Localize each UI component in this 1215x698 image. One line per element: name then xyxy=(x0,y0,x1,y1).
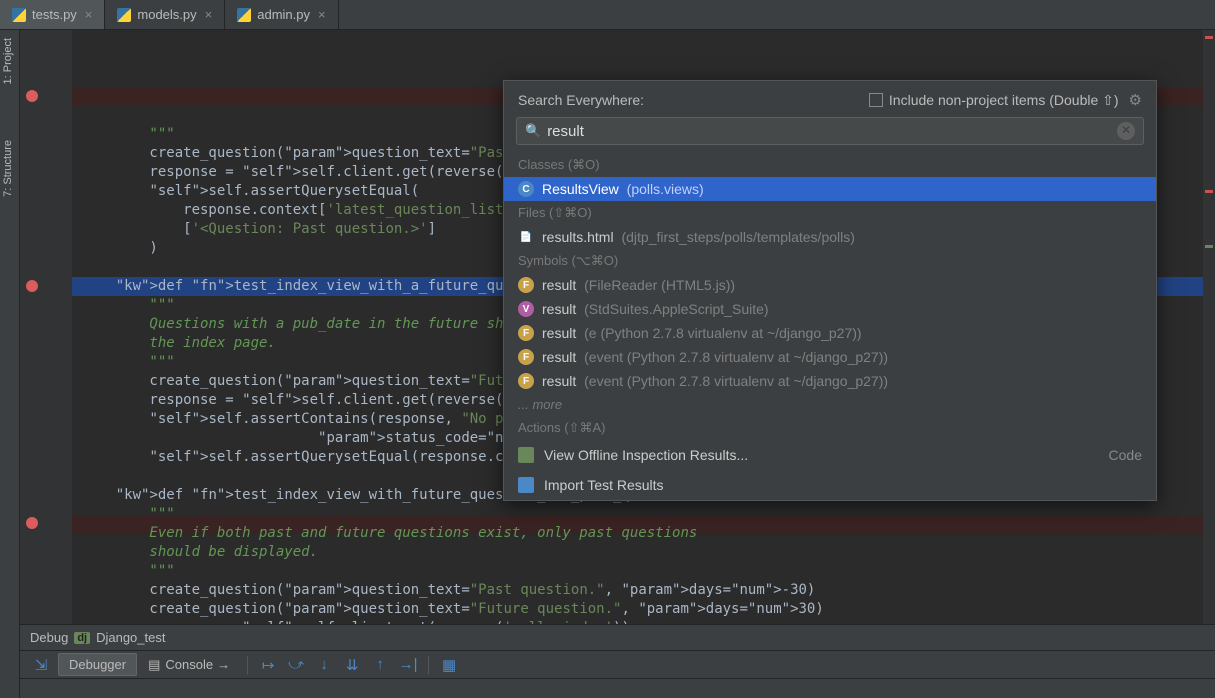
editor-tabs: tests.py× models.py× admin.py× xyxy=(0,0,1215,30)
debug-tool-window-header: Debug dj Django_test xyxy=(20,624,1215,650)
debugger-toolbar: ⇲ Debugger ▤Console→ ↦ ⤻ ↓ ⇊ ↑ →| ▦ xyxy=(20,650,1215,678)
result-symbol-item[interactable]: Fresult (e (Python 2.7.8 virtualenv at ~… xyxy=(504,321,1156,345)
step-into-icon[interactable]: ↓ xyxy=(314,655,334,675)
class-icon: C xyxy=(518,181,534,197)
tab-admin[interactable]: admin.py× xyxy=(225,0,338,29)
breakpoint-icon[interactable] xyxy=(26,517,38,529)
close-icon[interactable]: × xyxy=(85,7,93,22)
debug-label: Debug xyxy=(30,630,68,645)
error-stripe[interactable] xyxy=(1203,30,1215,624)
gear-icon[interactable]: ⚙ xyxy=(1129,91,1142,109)
console-icon: ▤ xyxy=(148,657,160,673)
result-symbol-item[interactable]: Fresult (event (Python 2.7.8 virtualenv … xyxy=(504,369,1156,393)
search-input[interactable] xyxy=(547,123,1117,140)
inspection-icon xyxy=(518,447,534,463)
evaluate-expression-icon[interactable]: ▦ xyxy=(439,655,459,675)
show-execution-point-icon[interactable]: ↦ xyxy=(258,655,278,675)
tab-tests[interactable]: tests.py× xyxy=(0,0,105,29)
run-to-cursor-icon[interactable]: →| xyxy=(398,655,418,675)
result-symbol-item[interactable]: Fresult (FileReader (HTML5.js)) xyxy=(504,273,1156,297)
import-icon xyxy=(518,477,534,493)
more-link[interactable]: ... more xyxy=(504,393,1156,416)
tab-models[interactable]: models.py× xyxy=(105,0,225,29)
restore-layout-icon[interactable]: ⇲ xyxy=(31,655,51,675)
action-view-offline-inspection[interactable]: View Offline Inspection Results... Code xyxy=(504,440,1156,470)
step-over-icon[interactable]: ⤻ xyxy=(286,655,306,675)
group-symbols: Symbols (⌥⌘O) xyxy=(504,249,1156,273)
run-config-name: Django_test xyxy=(96,630,165,645)
tool-window-project[interactable]: 1: Project xyxy=(0,30,16,92)
symbol-icon: F xyxy=(518,349,534,365)
symbol-icon: F xyxy=(518,373,534,389)
symbol-icon: V xyxy=(518,301,534,317)
close-icon[interactable]: × xyxy=(318,7,326,22)
result-symbol-item[interactable]: Fresult (event (Python 2.7.8 virtualenv … xyxy=(504,345,1156,369)
force-step-into-icon[interactable]: ⇊ xyxy=(342,655,362,675)
file-icon: 📄 xyxy=(518,229,534,245)
breakpoint-icon[interactable] xyxy=(26,90,38,102)
step-out-icon[interactable]: ↑ xyxy=(370,655,390,675)
search-everywhere-popup: Search Everywhere: Include non-project i… xyxy=(503,80,1157,501)
close-icon[interactable]: × xyxy=(205,7,213,22)
search-icon: 🔍 xyxy=(525,123,541,139)
tool-window-structure[interactable]: 7: Structure xyxy=(0,132,16,205)
search-title: Search Everywhere: xyxy=(518,92,869,108)
group-actions: Actions (⇧⌘A) xyxy=(504,416,1156,440)
django-icon: dj xyxy=(74,632,90,644)
python-icon xyxy=(12,8,26,22)
include-non-project-checkbox[interactable] xyxy=(869,93,883,107)
tool-window-bar-left: 1: Project 7: Structure xyxy=(0,30,20,698)
console-tab[interactable]: ▤Console→ xyxy=(137,653,241,677)
result-file-item[interactable]: 📄 results.html (djtp_first_steps/polls/t… xyxy=(504,225,1156,249)
frames-variables-strip xyxy=(20,678,1215,698)
clear-icon[interactable]: ✕ xyxy=(1117,122,1135,140)
result-class-item[interactable]: C ResultsView (polls.views) xyxy=(504,177,1156,201)
breakpoint-icon[interactable] xyxy=(26,280,38,292)
group-classes: Classes (⌘O) xyxy=(504,153,1156,177)
editor-gutter[interactable] xyxy=(20,30,72,624)
search-input-wrapper: 🔍 ✕ xyxy=(516,117,1144,145)
result-symbol-item[interactable]: Vresult (StdSuites.AppleScript_Suite) xyxy=(504,297,1156,321)
python-icon xyxy=(117,8,131,22)
symbol-icon: F xyxy=(518,325,534,341)
symbol-icon: F xyxy=(518,277,534,293)
action-import-test-results[interactable]: Import Test Results xyxy=(504,470,1156,500)
include-non-project-label: Include non-project items (Double ⇧) xyxy=(889,92,1119,109)
debugger-tab[interactable]: Debugger xyxy=(58,653,137,676)
python-icon xyxy=(237,8,251,22)
group-files: Files (⇧⌘O) xyxy=(504,201,1156,225)
